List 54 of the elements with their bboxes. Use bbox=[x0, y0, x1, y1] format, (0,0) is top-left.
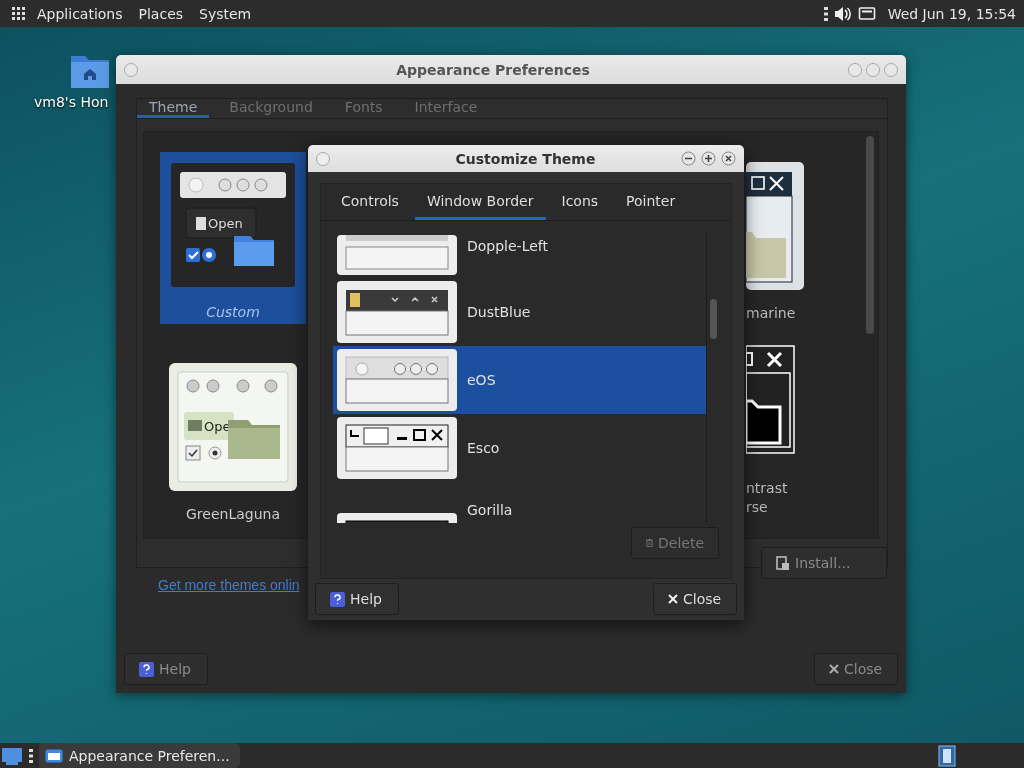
menu-item[interactable]: Applications bbox=[29, 5, 131, 22]
border-name: Esco bbox=[467, 440, 500, 456]
tab[interactable]: Pointer bbox=[614, 184, 688, 220]
theme-name: ntrast bbox=[746, 479, 788, 499]
close-button[interactable]: Close bbox=[653, 583, 737, 615]
trash-icon bbox=[646, 536, 653, 550]
menu-item[interactable]: System bbox=[191, 5, 260, 22]
border-name: Gorilla bbox=[467, 502, 513, 518]
close-icon bbox=[829, 664, 839, 674]
desktop-icon[interactable] bbox=[1, 745, 23, 766]
theme-name: Custom bbox=[206, 304, 260, 320]
taskbar-button[interactable]: Appearance Preferen... bbox=[39, 743, 240, 768]
border-list-item[interactable]: Gorilla bbox=[333, 482, 706, 523]
apps-grid-icon[interactable] bbox=[11, 5, 27, 22]
border-list-item[interactable]: eOS bbox=[333, 346, 706, 414]
display-icon[interactable] bbox=[857, 5, 876, 22]
tab[interactable]: Window Border bbox=[414, 184, 546, 220]
handle-icon[interactable] bbox=[823, 5, 828, 22]
close-button[interactable]: Close bbox=[814, 653, 898, 685]
menu-item[interactable]: Places bbox=[130, 5, 192, 22]
volume-icon[interactable] bbox=[833, 5, 852, 22]
workspace-icon[interactable] bbox=[938, 744, 956, 767]
minimize-icon[interactable] bbox=[681, 151, 696, 166]
tab[interactable]: Controls bbox=[329, 184, 411, 220]
border-name: eOS bbox=[467, 372, 496, 388]
handle-icon[interactable] bbox=[29, 747, 33, 764]
close-icon[interactable] bbox=[721, 151, 736, 166]
theme-preview-drawing: Open bbox=[168, 160, 298, 290]
theme-name: rse bbox=[746, 498, 769, 518]
theme-name: marine bbox=[746, 304, 796, 323]
help-button[interactable]: Help bbox=[124, 653, 208, 685]
window-icon bbox=[45, 748, 63, 763]
dialog-title: Customize Theme bbox=[454, 150, 597, 167]
package-icon bbox=[776, 555, 790, 571]
window-title: Appearance Preferences bbox=[395, 61, 591, 78]
tab[interactable]: Theme bbox=[137, 99, 210, 118]
theme-item[interactable]: Open Custom bbox=[160, 152, 306, 324]
clock[interactable]: Wed Jun 19, 15:54 bbox=[881, 5, 1016, 22]
help-icon bbox=[330, 591, 345, 607]
border-list-item[interactable]: Esco bbox=[333, 414, 706, 482]
theme-name: GreenLaguna bbox=[186, 506, 280, 522]
help-button[interactable]: Help bbox=[315, 583, 399, 615]
help-icon bbox=[139, 661, 154, 677]
border-list-item[interactable]: DustBlue bbox=[333, 278, 706, 346]
close-icon bbox=[668, 594, 678, 604]
tab[interactable]: Icons bbox=[549, 184, 611, 220]
scrollbar-thumb[interactable] bbox=[709, 299, 717, 339]
desktop-icon-label[interactable]: vm8's Hon bbox=[34, 94, 109, 110]
scrollbar-thumb[interactable] bbox=[866, 136, 874, 334]
border-name: Dopple-Left bbox=[467, 238, 548, 254]
install-button[interactable]: Install... bbox=[761, 547, 887, 579]
maximize-icon[interactable] bbox=[701, 151, 716, 166]
border-list-item[interactable]: Dopple-Left bbox=[333, 233, 706, 278]
border-name: DustBlue bbox=[467, 304, 531, 320]
